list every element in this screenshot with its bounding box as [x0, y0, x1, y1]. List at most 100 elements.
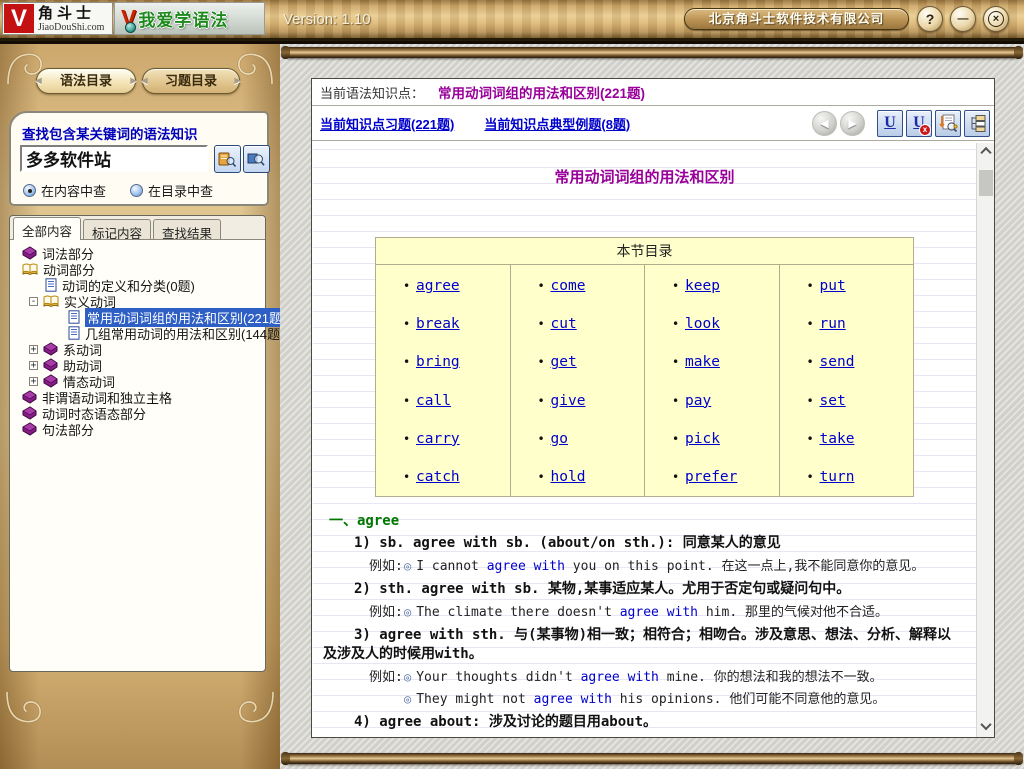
verb-link[interactable]: cut: [551, 316, 577, 332]
verb-link[interactable]: agree: [416, 278, 460, 294]
toc-entry: •turn: [780, 458, 914, 496]
example-bullet-icon: ◎: [404, 605, 411, 619]
close-icon: ×: [988, 11, 1004, 27]
underline-on-button[interactable]: U: [877, 110, 903, 137]
example-highlight: agree with: [581, 670, 659, 685]
exercise-catalog-button[interactable]: ◄ 习题目录 ►: [142, 68, 240, 94]
expand-icon[interactable]: +: [29, 377, 38, 386]
minimize-icon: —: [958, 13, 969, 25]
grammar-catalog-button[interactable]: ◄ 语法目录 ►: [36, 68, 136, 94]
example-en: The climate there doesn't: [416, 605, 620, 620]
scroll-down-button[interactable]: [977, 718, 995, 734]
toc-column: •put•run•send•set•take•turn: [779, 265, 914, 496]
doc-search-icon: [939, 114, 958, 133]
verb-link[interactable]: run: [820, 316, 846, 332]
tab-查找结果[interactable]: 查找结果: [153, 219, 221, 239]
version-label: Version: 1.10: [283, 0, 371, 41]
example-rest: mine. 你的想法和我的想法不一致。: [659, 670, 883, 685]
typical-examples-link[interactable]: 当前知识点典型例题(8题): [484, 114, 630, 133]
bullet-icon: •: [538, 432, 551, 446]
verb-link[interactable]: send: [820, 354, 855, 370]
bullet-icon: •: [672, 432, 685, 446]
close-button[interactable]: ×: [983, 6, 1009, 32]
tree: 词法部分动词部分动词的定义和分类(0题)-实义动词常用动词词组的用法和区别(22…: [10, 240, 265, 437]
bullet-icon: •: [403, 394, 416, 408]
tree-item[interactable]: 几组常用动词的用法和区别(144题): [14, 325, 265, 341]
radio-label: 在目录中查: [148, 181, 213, 200]
verb-link[interactable]: go: [551, 431, 568, 447]
globe-icon: [125, 22, 136, 33]
verb-link[interactable]: carry: [416, 431, 460, 447]
example-line: 例如:◎I cannot agree with you on this poin…: [313, 558, 976, 575]
tree-item[interactable]: +助动词: [14, 357, 265, 373]
verb-link[interactable]: look: [685, 316, 720, 332]
help-button[interactable]: ?: [917, 6, 943, 32]
verb-link[interactable]: break: [416, 316, 460, 332]
verb-link[interactable]: pay: [685, 393, 711, 409]
scrollbar-thumb[interactable]: [979, 170, 993, 196]
bullet-icon: •: [538, 470, 551, 484]
lesson-title: 常用动词词组的用法和区别: [313, 166, 976, 186]
exercises-link[interactable]: 当前知识点习题(221题): [320, 114, 454, 133]
verb-link[interactable]: set: [820, 393, 846, 409]
outline-view-button[interactable]: [964, 110, 990, 137]
verb-link[interactable]: get: [551, 354, 577, 370]
tree-item-label: 句法部分: [42, 420, 94, 439]
example-line: 例如:◎The climate there doesn't agree with…: [313, 604, 976, 621]
grammar-rule: 2) sth. agree with sb. 某物,某事适应某人。尤用于否定句或…: [313, 580, 976, 599]
bullet-icon: •: [403, 279, 416, 293]
doc-icon: [45, 278, 57, 292]
tab-全部内容[interactable]: 全部内容: [13, 217, 81, 240]
example-rest: him. 那里的气候对他不合适。: [698, 605, 888, 620]
radio-search-in-directory[interactable]: [130, 184, 143, 197]
verb-link[interactable]: take: [820, 431, 855, 447]
verb-link[interactable]: turn: [820, 469, 855, 485]
example-text: The climate there doesn't agree with him…: [416, 605, 888, 620]
radio-search-in-content[interactable]: [23, 184, 36, 197]
back-button[interactable]: ◀: [812, 111, 837, 136]
verb-link[interactable]: hold: [551, 469, 586, 485]
verb-link[interactable]: call: [416, 393, 451, 409]
verb-link[interactable]: give: [551, 393, 586, 409]
search-panel: 查找包含某关键词的语法知识 在内容中查 在目录中查: [9, 111, 269, 206]
toc-entry: •run: [780, 305, 914, 343]
search-label: 查找包含某关键词的语法知识: [22, 123, 198, 143]
verb-link[interactable]: put: [820, 278, 846, 294]
verb-link[interactable]: keep: [685, 278, 720, 294]
tree-item[interactable]: 句法部分: [14, 421, 265, 437]
tab-标记内容[interactable]: 标记内容: [83, 219, 151, 239]
toc-entry: •give: [511, 382, 645, 420]
expand-icon[interactable]: +: [29, 361, 38, 370]
example-highlight: agree with: [487, 559, 565, 574]
scroll-up-button[interactable]: [977, 146, 995, 162]
book-closed-icon: [22, 406, 37, 420]
underline-off-button[interactable]: Ux: [906, 110, 932, 137]
verb-link[interactable]: pick: [685, 431, 720, 447]
verb-link[interactable]: bring: [416, 354, 460, 370]
minimize-button[interactable]: —: [950, 6, 976, 32]
forward-button[interactable]: ▶: [840, 111, 865, 136]
company-button[interactable]: 北京角斗士软件技术有限公司: [684, 8, 909, 30]
verb-link[interactable]: come: [551, 278, 586, 294]
example-line: ◎They might not agree with his opinions.…: [313, 691, 976, 708]
expand-icon[interactable]: +: [29, 345, 38, 354]
collapse-icon[interactable]: -: [29, 297, 38, 306]
search-directory-button[interactable]: [243, 145, 270, 173]
grammar-rule: 3) agree with sth. 与(某事物)相一致；相符合；相吻合。涉及意…: [313, 626, 976, 664]
tree-item[interactable]: 动词的定义和分类(0题): [14, 277, 265, 293]
search-input[interactable]: [20, 145, 208, 172]
book-search-icon: [218, 151, 237, 168]
app-logo: V 我爱学语法: [114, 2, 265, 35]
search-content-button[interactable]: [214, 145, 241, 173]
help-icon: ?: [926, 11, 935, 27]
verb-link[interactable]: make: [685, 354, 720, 370]
tree-item[interactable]: +系动词: [14, 341, 265, 357]
book-closed-icon: [43, 358, 58, 372]
toc-entry: •break: [376, 305, 510, 343]
toc-entry: •get: [511, 343, 645, 381]
vertical-scrollbar[interactable]: [976, 143, 994, 737]
verb-link[interactable]: prefer: [685, 469, 737, 485]
grammar-rule: 4) agree about: 涉及讨论的题目用about。: [313, 713, 976, 732]
doc-search-button[interactable]: [935, 110, 961, 137]
verb-link[interactable]: catch: [416, 469, 460, 485]
